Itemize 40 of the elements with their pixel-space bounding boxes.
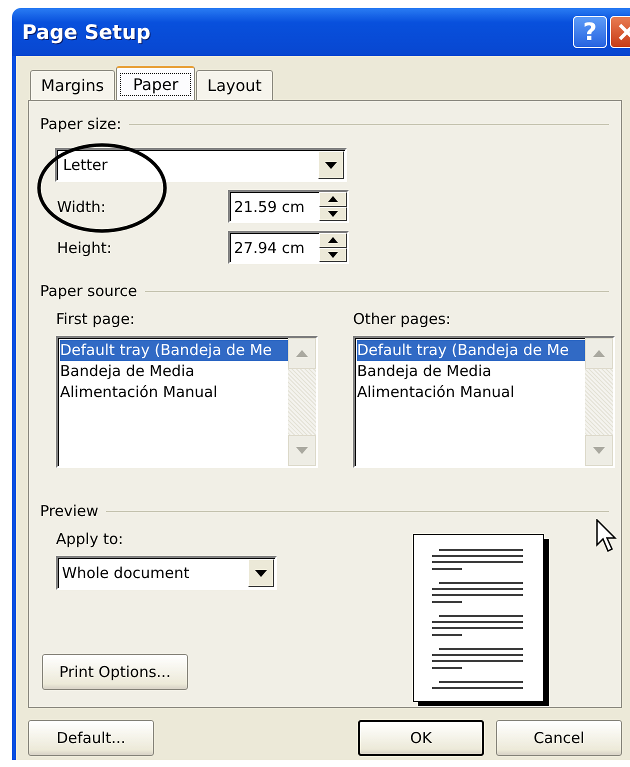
list-item[interactable]: Alimentación Manual	[357, 382, 585, 403]
paper-size-dropdown[interactable]: Letter	[55, 148, 347, 182]
field-label: Height:	[56, 238, 113, 256]
tab[interactable]: Margins	[30, 70, 115, 100]
tab[interactable]: Layout	[196, 70, 273, 100]
up-arrow-icon	[593, 350, 605, 357]
group-label: Paper size:	[40, 115, 122, 133]
list-item[interactable]: Bandeja de Media	[357, 361, 585, 382]
apply-to-dropdown[interactable]: Whole document	[56, 556, 277, 590]
down-arrow-icon	[296, 447, 308, 454]
up-arrow-icon	[296, 350, 308, 357]
up-arrow-icon	[328, 237, 338, 244]
dialog-button[interactable]: Cancel	[496, 720, 622, 756]
list-label: Other pages:	[353, 310, 452, 328]
list-item[interactable]: Alimentación Manual	[60, 382, 288, 403]
list-item[interactable]: Default tray (Bandeja de Me	[357, 340, 585, 361]
scrollbar[interactable]	[585, 338, 613, 466]
dialog-button[interactable]: Default...	[28, 720, 154, 756]
field-label: Apply to:	[56, 530, 124, 548]
print-options-button[interactable]: Print Options...	[42, 654, 188, 690]
scrollbar[interactable]	[288, 338, 316, 466]
window-title: Page Setup	[22, 20, 151, 44]
group-label: Preview	[40, 502, 98, 520]
spin-field[interactable]: 21.59 cm	[228, 190, 349, 223]
list-item[interactable]: Default tray (Bandeja de Me	[60, 340, 288, 361]
spin-field[interactable]: 27.94 cm	[228, 231, 349, 264]
caret-icon	[255, 570, 267, 576]
down-arrow-icon	[328, 210, 338, 217]
list-item[interactable]: Bandeja de Media	[60, 361, 288, 382]
help-button[interactable]: ?	[573, 16, 607, 48]
dialog-button[interactable]: OK	[358, 720, 484, 756]
field-label: Width:	[56, 198, 107, 216]
caret-icon	[325, 162, 337, 168]
down-arrow-icon	[328, 252, 338, 258]
group-label: Paper source	[40, 282, 138, 300]
down-arrow-icon	[593, 447, 605, 454]
up-arrow-icon	[328, 196, 338, 202]
list-label: First page:	[56, 310, 136, 328]
mouse-cursor-icon	[596, 519, 618, 553]
tab[interactable]: Paper	[116, 66, 196, 100]
